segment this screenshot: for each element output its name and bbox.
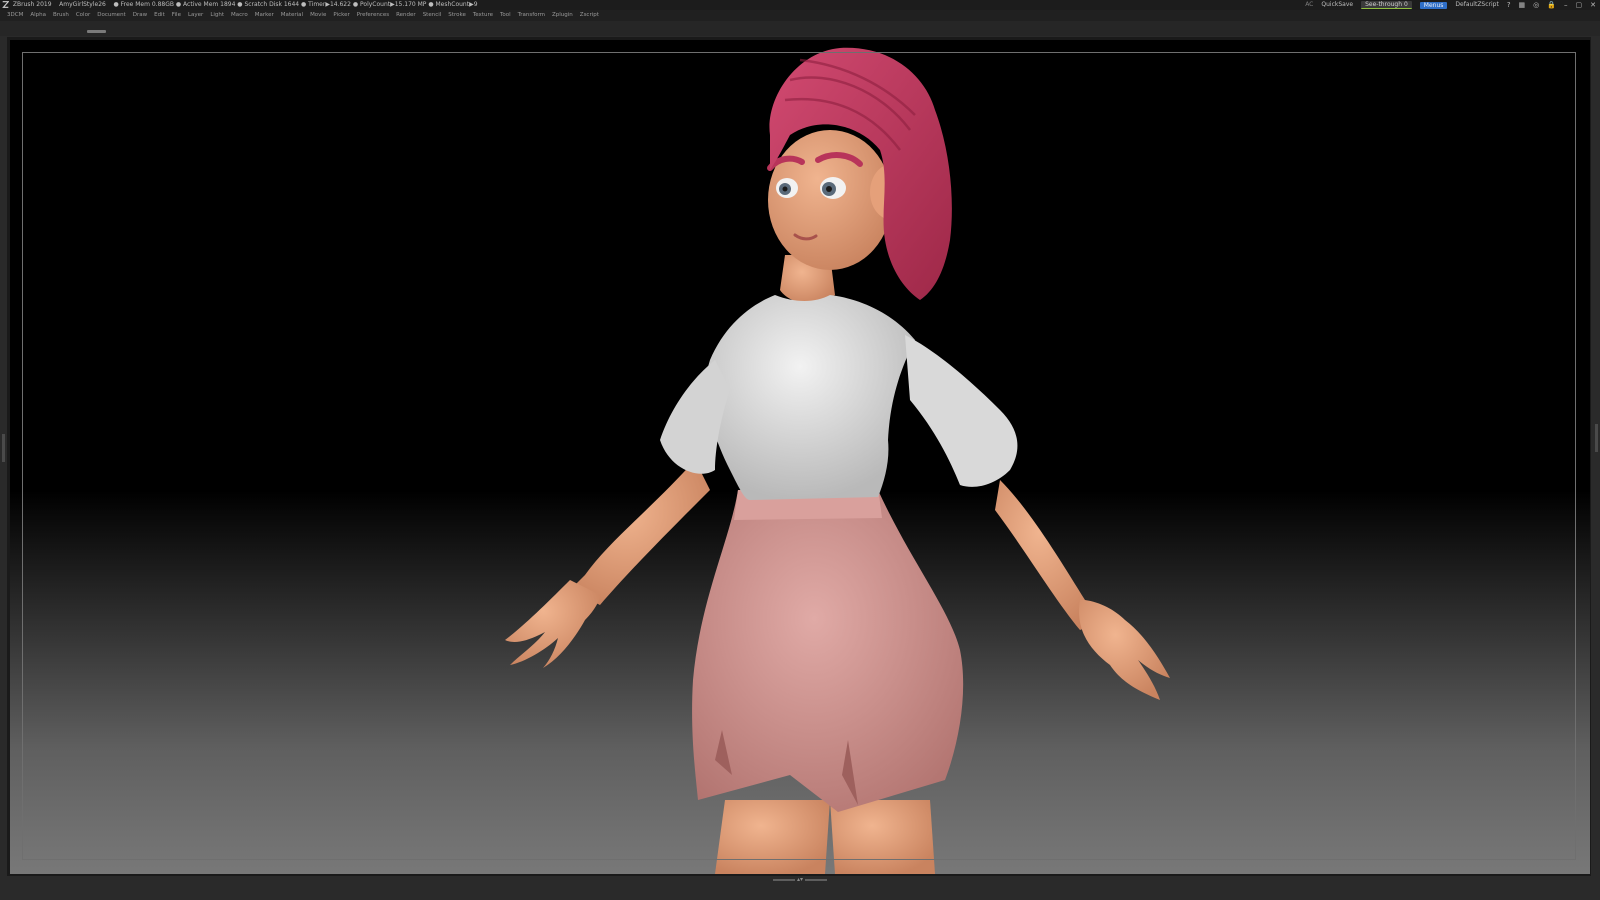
right-tray-handle[interactable] — [1595, 424, 1598, 452]
menu-preferences[interactable]: Preferences — [357, 10, 389, 21]
title-bar-right: AC QuickSave See-through 0 Menus Default… — [1305, 0, 1596, 10]
quicksave-button[interactable]: QuickSave — [1321, 0, 1353, 10]
menu-brush[interactable]: Brush — [53, 10, 69, 21]
see-through-slider[interactable]: See-through 0 — [1361, 1, 1412, 9]
menu-3dcm[interactable]: 3DCM — [7, 10, 23, 21]
menu-macro[interactable]: Macro — [231, 10, 248, 21]
menu-alpha[interactable]: Alpha — [30, 10, 46, 21]
title-bar-left: ZBrush 2019 AmyGirlStyle26 ● Free Mem 0.… — [2, 0, 478, 10]
status-stats: ● Free Mem 0.88GB ● Active Mem 1894 ● Sc… — [113, 1, 478, 8]
right-hand — [1079, 600, 1170, 700]
menu-texture[interactable]: Texture — [473, 10, 493, 21]
menu-bar: 3DCM Alpha Brush Color Document Draw Edit File L… — [0, 10, 1600, 21]
left-leg — [715, 800, 830, 874]
menu-document[interactable]: Document — [97, 10, 126, 21]
menu-picker[interactable]: Picker — [333, 10, 349, 21]
viewport-canvas[interactable] — [10, 40, 1590, 874]
right-pupil — [826, 186, 832, 192]
shirt-body — [706, 295, 915, 500]
document-name: AmyGirlStyle26 — [59, 1, 106, 8]
app-name: ZBrush 2019 — [12, 1, 52, 8]
left-hand — [505, 580, 600, 668]
close-icon[interactable]: ✕ — [1590, 0, 1596, 10]
zbrush-logo-icon — [2, 1, 9, 8]
menu-stroke[interactable]: Stroke — [448, 10, 466, 21]
see-through-value: 0 — [1403, 1, 1408, 8]
top-shelf — [0, 21, 1600, 36]
right-leg — [830, 800, 935, 874]
menu-color[interactable]: Color — [76, 10, 90, 21]
menu-transform[interactable]: Transform — [518, 10, 545, 21]
bottom-handle-bar-left — [772, 879, 795, 881]
minimize-icon[interactable]: – — [1564, 0, 1568, 10]
menu-layer[interactable]: Layer — [188, 10, 203, 21]
menus-toggle[interactable]: Menus — [1419, 1, 1448, 9]
menu-zscript[interactable]: Zscript — [580, 10, 599, 21]
menu-file[interactable]: File — [172, 10, 181, 21]
left-arm — [570, 460, 710, 605]
help-icon[interactable]: ? — [1507, 0, 1511, 10]
menu-render[interactable]: Render — [396, 10, 416, 21]
character-model[interactable] — [10, 40, 1590, 874]
menu-items: 3DCM Alpha Brush Color Document Draw Edit File L… — [7, 10, 599, 21]
menu-draw[interactable]: Draw — [133, 10, 147, 21]
menu-stencil[interactable]: Stencil — [423, 10, 442, 21]
bottom-tray-handle[interactable]: ▴▾ — [772, 877, 828, 883]
left-tray-handle[interactable] — [2, 434, 5, 462]
left-pupil — [782, 186, 788, 192]
shelf-tab-handle[interactable] — [87, 30, 106, 33]
maximize-icon[interactable]: ▢ — [1576, 0, 1583, 10]
left-sleeve — [660, 360, 730, 474]
menu-material[interactable]: Material — [281, 10, 303, 21]
menu-light[interactable]: Light — [210, 10, 224, 21]
menu-tool[interactable]: Tool — [500, 10, 511, 21]
title-bar: ZBrush 2019 AmyGirlStyle26 ● Free Mem 0.… — [0, 0, 1600, 10]
bottom-handle-arrows-icon: ▴▾ — [796, 876, 804, 883]
skirt — [692, 490, 964, 812]
lock-icon[interactable]: 🔒 — [1547, 0, 1556, 10]
menu-movie[interactable]: Movie — [310, 10, 326, 21]
default-zscript-button[interactable]: DefaultZScript — [1455, 0, 1498, 10]
layout-icon[interactable]: ▦ — [1519, 0, 1526, 10]
brush-palette-icon[interactable]: ◎ — [1533, 0, 1539, 10]
bottom-handle-bar-right — [805, 879, 828, 881]
menu-marker[interactable]: Marker — [255, 10, 274, 21]
ac-button[interactable]: AC — [1305, 0, 1313, 10]
see-through-label: See-through — [1365, 1, 1403, 8]
menu-edit[interactable]: Edit — [154, 10, 165, 21]
right-sleeve — [905, 335, 1018, 487]
menu-zplugin[interactable]: Zplugin — [552, 10, 573, 21]
